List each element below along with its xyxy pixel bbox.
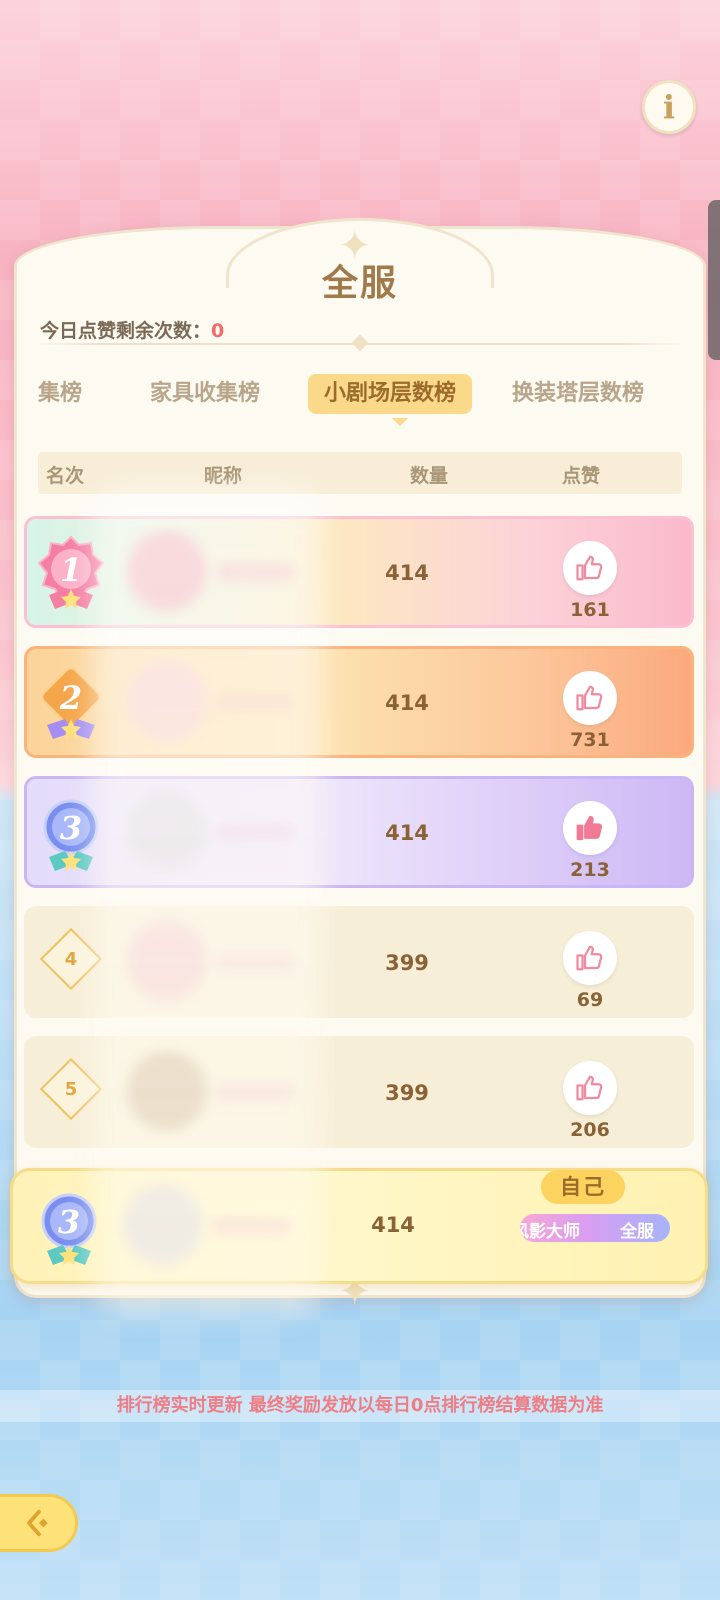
header-rank: 名次 <box>46 465 85 487</box>
title-badge: 风影大师 全服 <box>520 1214 670 1242</box>
thumbs-up-icon <box>576 555 603 581</box>
like-count: 731 <box>570 729 610 751</box>
privacy-blur-overlay <box>92 490 322 1310</box>
rank-number: 5 <box>64 1079 78 1100</box>
likes-remaining-label: 今日点赞剩余次数： <box>40 320 212 342</box>
back-arrow-icon <box>27 1509 48 1537</box>
header-count: 数量 <box>410 465 449 487</box>
thumbs-up-icon <box>576 945 603 971</box>
thumbs-up-icon <box>576 1075 603 1101</box>
header-nickname: 昵称 <box>204 465 243 487</box>
title-badge-name: 风影大师 <box>520 1222 580 1242</box>
like-count: 213 <box>570 859 610 881</box>
like-count: 69 <box>576 989 604 1011</box>
thumbs-up-icon <box>576 685 603 711</box>
page-title: 全服 <box>321 262 398 303</box>
like-button[interactable] <box>563 671 617 725</box>
like-count: 161 <box>570 599 610 621</box>
like-button[interactable] <box>563 931 617 985</box>
tab-furniture[interactable]: 家具收集榜 <box>150 374 260 414</box>
tab-dressup-tower[interactable]: 换装塔层数榜 <box>512 374 644 414</box>
likes-remaining-value: 0 <box>211 320 225 342</box>
svg-text:1: 1 <box>60 551 82 589</box>
info-button[interactable]: i <box>642 80 696 134</box>
info-icon: i <box>662 88 676 126</box>
count-value: 414 <box>385 821 429 845</box>
tab-collection[interactable]: 集榜 <box>38 374 82 414</box>
title-badge-scope: 全服 <box>620 1222 654 1242</box>
count-value: 414 <box>371 1213 415 1237</box>
rank-number: 4 <box>64 949 78 970</box>
like-count: 206 <box>570 1119 610 1141</box>
self-tag: 自己 <box>541 1170 625 1204</box>
header-like: 点赞 <box>562 465 601 487</box>
active-tab-indicator <box>392 418 408 426</box>
svg-text:2: 2 <box>59 679 82 717</box>
count-value: 399 <box>385 951 429 975</box>
like-button[interactable] <box>563 1061 617 1115</box>
count-value: 414 <box>385 691 429 715</box>
table-header: 名次 昵称 数量 点赞 <box>38 452 682 494</box>
svg-text:3: 3 <box>58 1203 80 1241</box>
thumbs-up-filled-icon <box>576 815 603 841</box>
count-value: 414 <box>385 561 429 585</box>
svg-text:3: 3 <box>60 809 82 847</box>
likes-remaining: 今日点赞剩余次数：0 <box>40 316 224 343</box>
count-value: 399 <box>385 1081 429 1105</box>
like-button[interactable] <box>563 541 617 595</box>
update-notice: 排行榜实时更新 最终奖励发放以每日0点排行榜结算数据为准 <box>0 1390 720 1422</box>
back-button[interactable] <box>0 1494 78 1552</box>
leaderboard-tabs: 集榜 家具收集榜 小剧场层数榜 换装塔层数榜 <box>20 370 700 420</box>
like-button[interactable] <box>563 801 617 855</box>
tab-theater-floors[interactable]: 小剧场层数榜 <box>308 374 473 414</box>
